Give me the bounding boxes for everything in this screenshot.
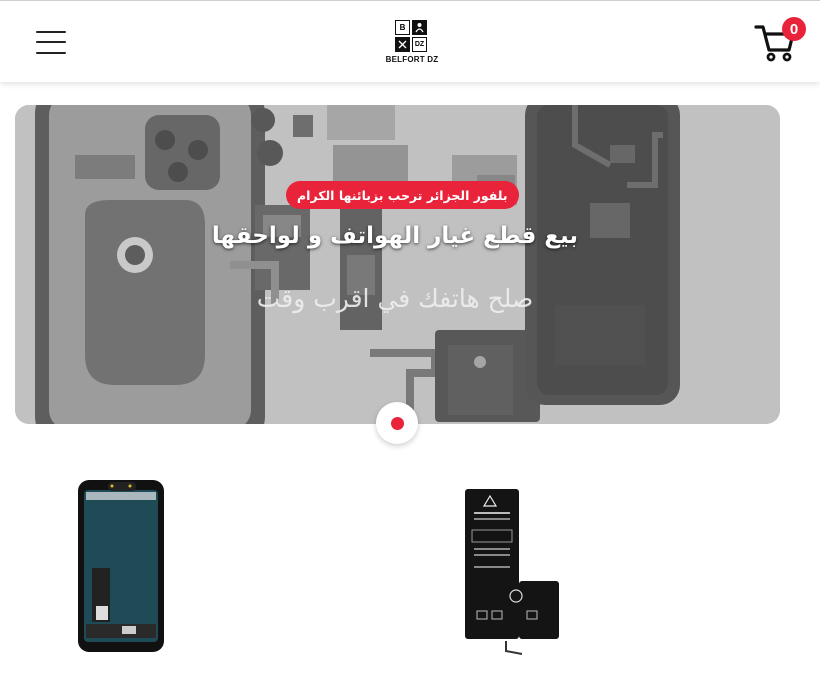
active-dot-icon <box>390 416 404 430</box>
logo-name: BELFORT DZ <box>385 55 439 64</box>
hero-tag-badge: بلفور الجزائر ترحب بزبائنها الكرام <box>286 181 519 209</box>
hero-overlay <box>15 105 780 424</box>
logo-person-icon <box>412 20 427 35</box>
carousel-indicator-dot[interactable] <box>376 402 418 444</box>
hamburger-menu-icon[interactable] <box>34 27 68 57</box>
screen-product[interactable] <box>72 478 170 656</box>
logo-grid: B DZ <box>395 20 429 54</box>
logo-cell-b: B <box>395 20 410 35</box>
hero-subtitle: صلح هاتفك في اقرب وقت <box>256 284 534 313</box>
phone-screen-image <box>78 480 164 652</box>
hero-title: بيع قطع غيار الهواتف و لواحقها <box>211 223 579 249</box>
hero-banner <box>15 105 780 424</box>
site-logo[interactable]: B DZ BELFORT DZ <box>383 20 441 66</box>
battery-product[interactable] <box>462 486 566 661</box>
site-header: B DZ BELFORT DZ 0 <box>0 0 820 82</box>
logo-tools-icon <box>395 37 410 52</box>
phone-battery-image <box>465 489 559 655</box>
cart-count-badge: 0 <box>782 17 806 41</box>
logo-cell-dz: DZ <box>412 37 427 52</box>
